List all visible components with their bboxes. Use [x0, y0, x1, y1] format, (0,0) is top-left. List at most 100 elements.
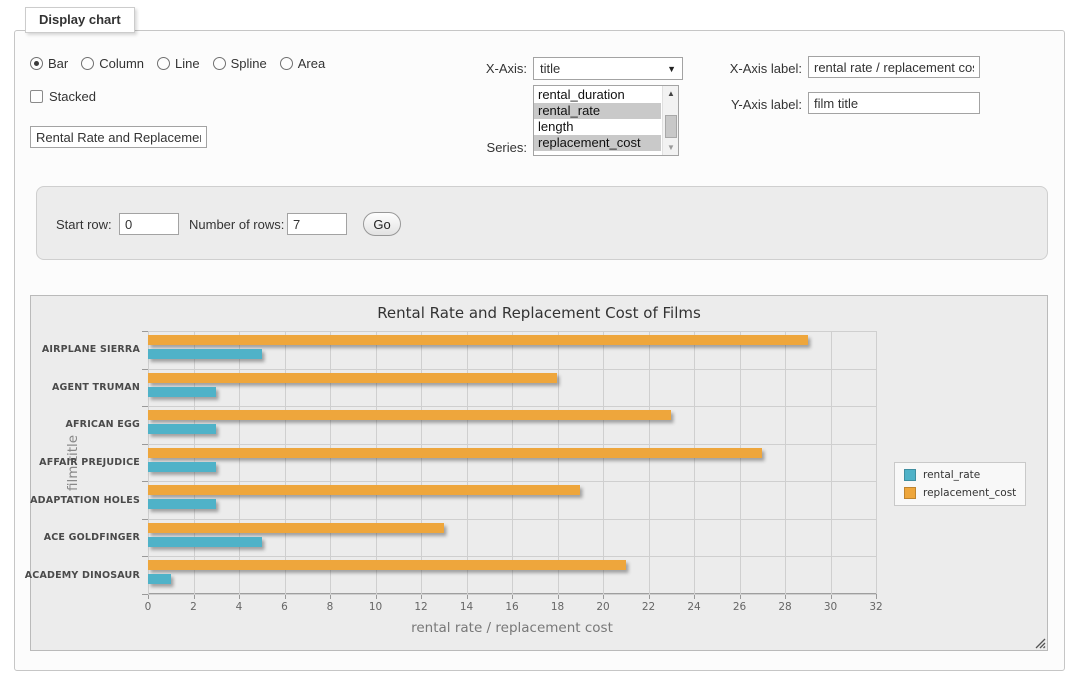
page: Display chart Bar Column Line Spline Area St… [0, 0, 1081, 681]
x-tick-label: 0 [128, 601, 168, 613]
y-tick-mark [142, 331, 148, 332]
x-axis-label-caption: X-Axis label: [710, 61, 802, 76]
rental_rate-bar [148, 499, 216, 509]
scrollbar-thumb[interactable] [665, 115, 677, 138]
resize-handle-icon[interactable] [1034, 637, 1046, 649]
gridline [831, 331, 832, 594]
replacement_cost-bar [148, 485, 580, 495]
gridline [285, 331, 286, 594]
gridline [148, 556, 876, 557]
gridline [376, 331, 377, 594]
category-label: AFFAIR PREJUDICE [31, 444, 140, 482]
radio-icon[interactable] [213, 57, 226, 70]
gridline [148, 444, 876, 445]
series-option-length[interactable]: length [534, 119, 661, 135]
replacement_cost-bar [148, 335, 808, 345]
chart-type-option-spline[interactable]: Spline [213, 56, 267, 71]
y-tick-mark [142, 519, 148, 520]
series-option-replacement_cost[interactable]: replacement_cost [534, 135, 661, 151]
radio-icon[interactable] [81, 57, 94, 70]
stacked-label: Stacked [49, 89, 96, 104]
start-row-label: Start row: [56, 217, 112, 232]
gridline [876, 331, 877, 594]
category-label: ADAPTATION HOLES [31, 481, 140, 519]
replacement_cost-bar [148, 448, 762, 458]
y-tick-mark [142, 556, 148, 557]
rental_rate-bar [148, 537, 262, 547]
x-axis-caption: X-Axis: [439, 61, 527, 76]
category-label: AFRICAN EGG [31, 406, 140, 444]
x-tick-label: 12 [401, 601, 441, 613]
x-axis-select[interactable]: title ▼ [533, 57, 683, 80]
gridline [330, 331, 331, 594]
gridline [694, 331, 695, 594]
y-tick-mark [142, 594, 148, 595]
rental_rate-bar [148, 387, 216, 397]
series-caption: Series: [439, 140, 527, 155]
gridline [421, 331, 422, 594]
radio-icon[interactable] [30, 57, 43, 70]
start-row-input[interactable] [119, 213, 179, 235]
x-tick-label: 8 [310, 601, 350, 613]
replacement_cost-bar [148, 410, 671, 420]
gridline [148, 369, 876, 370]
chart-type-option-column[interactable]: Column [81, 56, 144, 71]
scroll-up-icon[interactable]: ▲ [663, 86, 679, 101]
category-label: ACE GOLDFINGER [31, 519, 140, 557]
chart-container: Rental Rate and Replacement Cost of Film… [30, 295, 1048, 651]
chart-type-option-bar[interactable]: Bar [30, 56, 68, 71]
series-option-rental_rate[interactable]: rental_rate [534, 103, 661, 119]
legend-swatch-icon [904, 487, 916, 499]
series-listbox[interactable]: rental_durationrental_ratelengthreplacem… [533, 85, 679, 156]
plot-area [148, 331, 876, 594]
chart-type-option-area[interactable]: Area [280, 56, 325, 71]
x-tick-label: 24 [674, 601, 714, 613]
legend-item-rental_rate: rental_rate [904, 469, 1016, 481]
stacked-checkbox[interactable] [30, 90, 43, 103]
y-tick-mark [142, 369, 148, 370]
x-tick-label: 22 [629, 601, 669, 613]
gridline [148, 406, 876, 407]
y-axis-label-caption: Y-Axis label: [710, 97, 802, 112]
gridline [467, 331, 468, 594]
x-tick-label: 18 [538, 601, 578, 613]
chart-title-input[interactable] [30, 126, 207, 148]
radio-icon[interactable] [157, 57, 170, 70]
num-rows-input[interactable] [287, 213, 347, 235]
y-tick-mark [142, 444, 148, 445]
chart-type-radio-group: Bar Column Line Spline Area [30, 56, 325, 71]
x-tick-label: 10 [356, 601, 396, 613]
stacked-option[interactable]: Stacked [30, 89, 96, 104]
gridline [558, 331, 559, 594]
fieldset-legend-title: Display chart [25, 7, 135, 33]
rows-panel: Start row: Number of rows: Go [36, 186, 1048, 260]
scroll-down-icon[interactable]: ▼ [663, 140, 679, 155]
chart-type-option-line[interactable]: Line [157, 56, 200, 71]
chart-legend: rental_rate replacement_cost [894, 462, 1026, 506]
gridline [239, 331, 240, 594]
replacement_cost-bar [148, 523, 444, 533]
gridline [148, 331, 876, 332]
category-label: ACADEMY DINOSAUR [31, 556, 140, 594]
gridline [649, 331, 650, 594]
y-axis-label-input[interactable] [808, 92, 980, 114]
replacement_cost-bar [148, 373, 557, 383]
x-tick-label: 4 [219, 601, 259, 613]
x-axis-title: rental rate / replacement cost [148, 620, 876, 636]
radio-label: Line [175, 56, 200, 71]
legend-item-replacement_cost: replacement_cost [904, 487, 1016, 499]
x-tick-label: 2 [174, 601, 214, 613]
x-tick-label: 16 [492, 601, 532, 613]
radio-icon[interactable] [280, 57, 293, 70]
gridline [785, 331, 786, 594]
radio-label: Column [99, 56, 144, 71]
x-axis-select-value: title [540, 61, 560, 76]
x-tick-label: 32 [856, 601, 896, 613]
x-axis-label-input[interactable] [808, 56, 980, 78]
listbox-scrollbar[interactable]: ▲ ▼ [662, 86, 678, 155]
category-label: AIRPLANE SIERRA [31, 331, 140, 369]
series-option-rental_duration[interactable]: rental_duration [534, 87, 661, 103]
rental_rate-bar [148, 424, 216, 434]
go-button[interactable]: Go [363, 212, 401, 236]
gridline [148, 519, 876, 520]
